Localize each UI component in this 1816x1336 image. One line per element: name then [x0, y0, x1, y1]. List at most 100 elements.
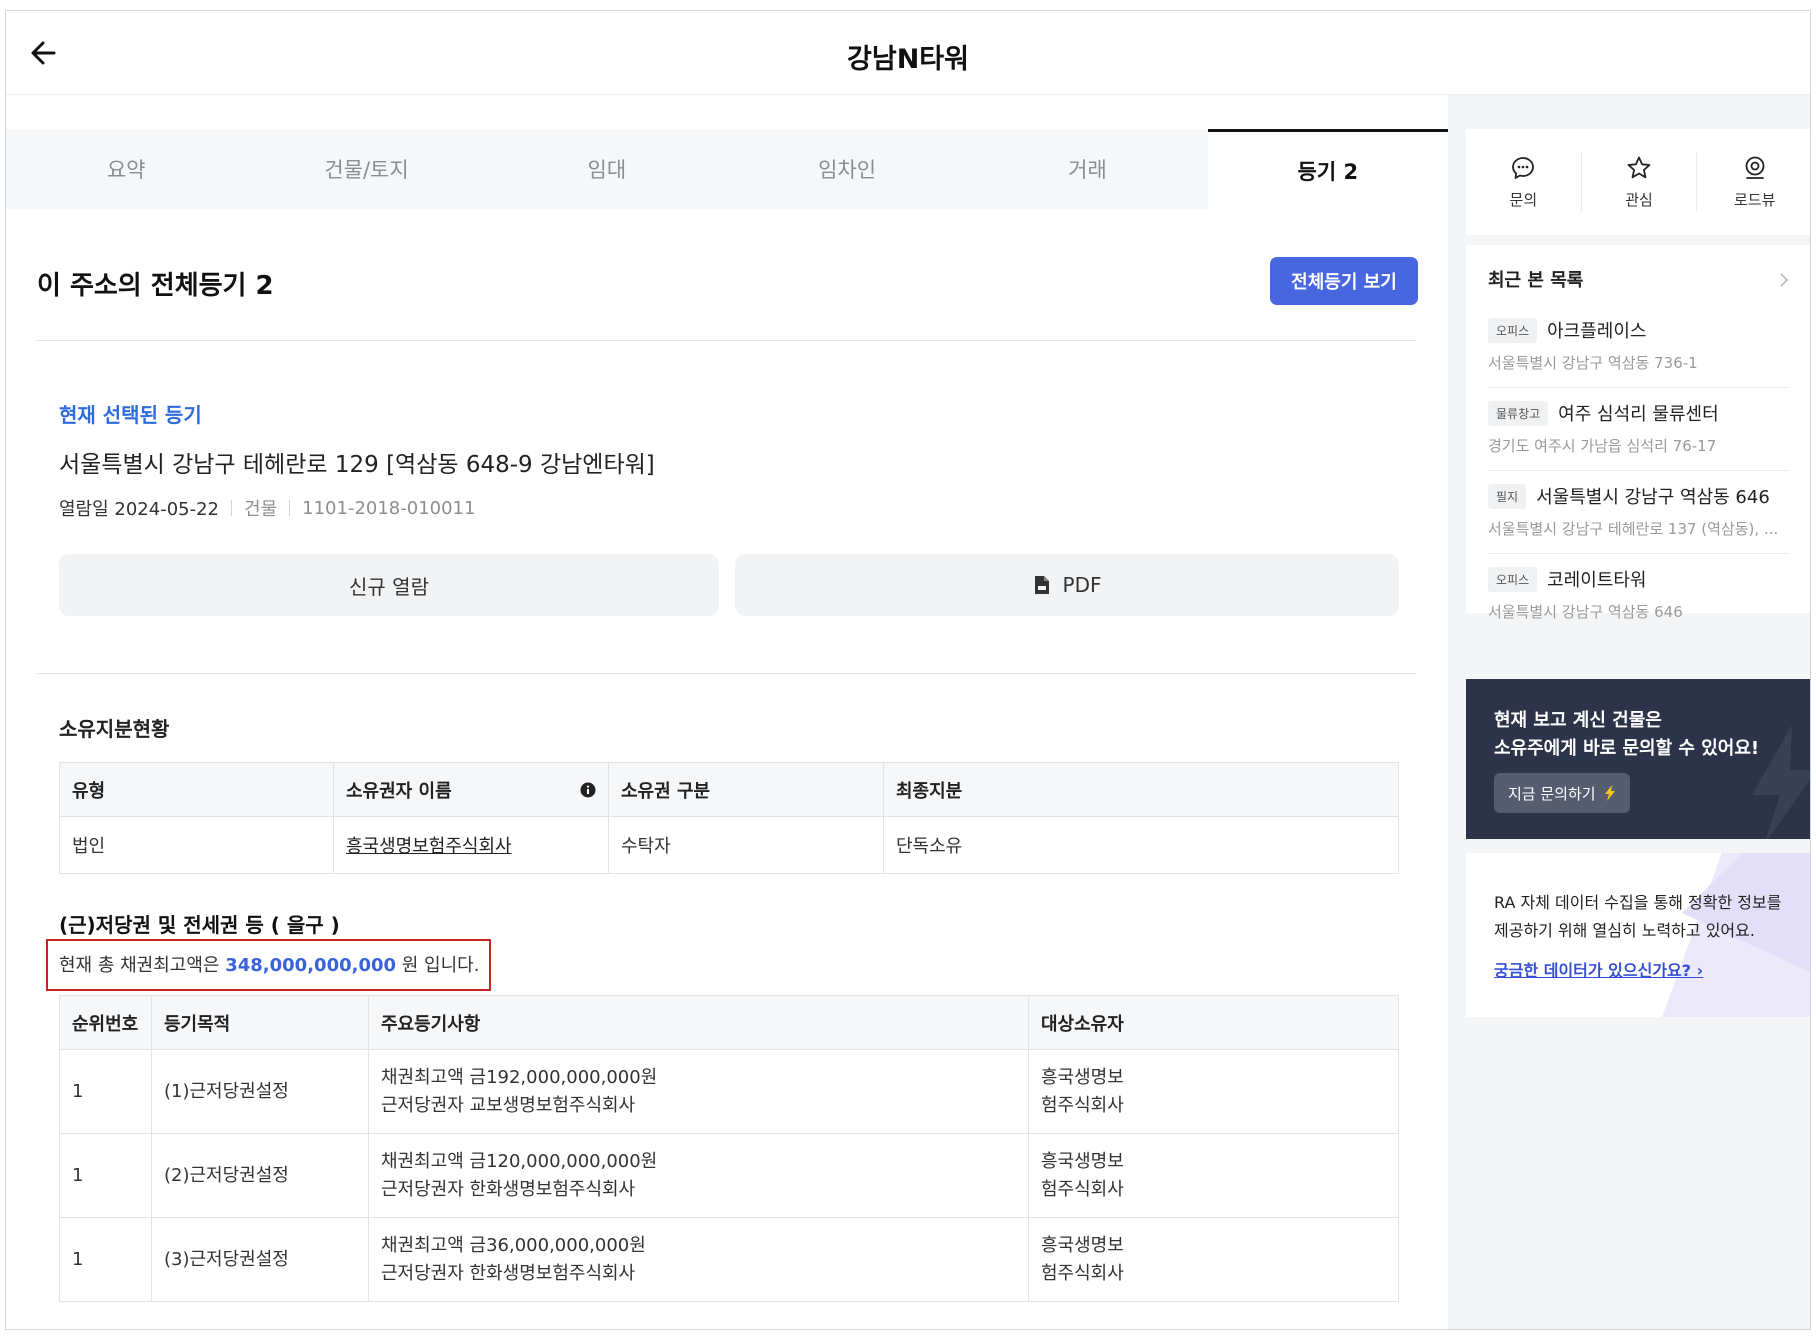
main-content: 이 주소의 전체등기 2 전체등기 보기 현재 선택된 등기 서울특별시 강남구…: [6, 209, 1448, 1329]
owner-line: 흥국생명보: [1041, 1234, 1124, 1256]
chat-icon: [1512, 156, 1535, 179]
recent-list: 최근 본 목록 오피스 아크플레이스 서울특별시 강남구 역삼동 736-1 물…: [1466, 245, 1810, 621]
pdf-file-icon: [1034, 576, 1049, 594]
total-max-claim: 현재 총 채권최고액은 348,000,000,000 원 입니다.: [59, 951, 479, 977]
ownership-table: 유형 소유권자 이름 소유권 구분 최종지분 법인 흥국생명보험주식회사 수탁자…: [59, 762, 1399, 874]
registry-type: 건물: [244, 499, 278, 520]
view-all-registry-button[interactable]: 전체등기 보기: [1270, 257, 1418, 305]
ownership-title: 소유지분현황: [59, 717, 170, 741]
target-owner-cell: 흥국생명보 험주식회사: [1028, 1049, 1399, 1134]
inquiry-label: 문의: [1509, 190, 1538, 209]
tab-tenant[interactable]: 임차인: [727, 129, 967, 209]
column-header: 순위번호: [59, 995, 152, 1050]
tab-transaction[interactable]: 거래: [967, 129, 1207, 209]
recent-item-address: 경기도 여주시 가남읍 심석리 76-17: [1488, 437, 1717, 455]
detail-line: 채권최고액 금36,000,000,000원: [381, 1234, 646, 1256]
inquiry-button[interactable]: 문의: [1466, 152, 1581, 212]
location-pin-icon: [1745, 156, 1765, 179]
lien-title: (근)저당권 및 전세권 등 ( 을구 ): [59, 913, 340, 937]
detail-line: 근저당권자 한화생명보험주식회사: [381, 1178, 636, 1200]
list-item[interactable]: 오피스 코레이트타워 서울특별시 강남구 역삼동 646: [1488, 554, 1790, 636]
column-header: 주요등기사항: [368, 995, 1029, 1050]
total-amount: 348,000,000,000: [225, 955, 397, 976]
owner-line: 험주식회사: [1041, 1178, 1124, 1200]
data-request-link-label: 궁금한 데이터가 있으신가요?: [1494, 961, 1692, 980]
inquire-now-label: 지금 문의하기: [1508, 784, 1596, 803]
notice-line: 제공하기 위해 열심히 노력하고 있어요.: [1494, 921, 1755, 940]
notice-text: RA 자체 데이터 수집을 통해 정확한 정보를 제공하기 위해 열심히 노력하…: [1494, 889, 1781, 945]
data-notice-card: RA 자체 데이터 수집을 통해 정확한 정보를 제공하기 위해 열심히 노력하…: [1466, 853, 1810, 1017]
star-icon: [1627, 156, 1651, 178]
app-frame: 강남N타워 요약 건물/토지 임대 임차인 거래 등기 2 이 주소의 전체등기…: [5, 10, 1811, 1330]
recent-item-address: 서울특별시 강남구 테헤란로 137 (역삼동), ...: [1488, 520, 1779, 538]
recent-item-name: 여주 심석리 물류센터: [1558, 404, 1719, 425]
tab-lease[interactable]: 임대: [487, 129, 727, 209]
owner-line: 흥국생명보: [1041, 1150, 1124, 1172]
favorite-button[interactable]: 관심: [1580, 152, 1697, 212]
recent-item-name: 코레이트타워: [1547, 570, 1647, 591]
recent-item-address: 서울특별시 강남구 역삼동 646: [1488, 603, 1683, 621]
category-badge: 필지: [1488, 483, 1527, 509]
column-header-label: 소유권자 이름: [346, 780, 452, 802]
column-header: 등기목적: [151, 995, 369, 1050]
new-view-button[interactable]: 신규 열람: [59, 554, 719, 616]
header: 강남N타워: [6, 11, 1810, 95]
list-item[interactable]: 물류창고 여주 심석리 물류센터 경기도 여주시 가남읍 심석리 76-17: [1488, 388, 1790, 471]
final-share-cell: 단독소유: [883, 816, 1399, 874]
sidebar: 문의 관심 로드뷰 최근 본 목록 오피스 아크플레이스 서울특별시 강남구 역…: [1448, 95, 1810, 1329]
action-bar: 문의 관심 로드뷰: [1466, 129, 1810, 235]
recent-list-header[interactable]: 최근 본 목록: [1488, 245, 1790, 305]
detail-cell: 채권최고액 금120,000,000,000원 근저당권자 한화생명보험주식회사: [368, 1133, 1029, 1218]
registry-address: 서울특별시 강남구 테헤란로 129 [역삼동 648-9 강남엔타워]: [59, 452, 655, 478]
tab-building-land[interactable]: 건물/토지: [246, 129, 486, 209]
recent-item-address: 서울특별시 강남구 역삼동 736-1: [1488, 354, 1698, 372]
owner-type-cell: 법인: [59, 816, 334, 874]
page-title: 강남N타워: [847, 44, 969, 75]
chevron-right-icon: [1780, 273, 1789, 287]
category-badge: 오피스: [1488, 317, 1538, 343]
table-row: 1 (3)근저당권설정 채권최고액 금36,000,000,000원 근저당권자…: [59, 1217, 1399, 1302]
table-row: 법인 흥국생명보험주식회사 수탁자 단독소유: [59, 816, 1399, 874]
roadview-button[interactable]: 로드뷰: [1696, 152, 1810, 212]
purpose-cell: (1)근저당권설정: [151, 1049, 369, 1134]
tab-bar: 요약 건물/토지 임대 임차인 거래 등기 2: [6, 129, 1448, 209]
column-header: 소유권자 이름: [333, 762, 609, 817]
pdf-button[interactable]: PDF: [735, 554, 1399, 616]
purpose-cell: (3)근저당권설정: [151, 1217, 369, 1302]
recent-item-name: 아크플레이스: [1547, 321, 1647, 342]
data-request-link[interactable]: 궁금한 데이터가 있으신가요? ›: [1494, 957, 1703, 981]
rank-cell: 1: [59, 1049, 152, 1134]
separator: [289, 500, 291, 516]
info-icon[interactable]: [580, 782, 596, 798]
category-badge: 물류창고: [1488, 400, 1549, 426]
list-item[interactable]: 필지 서울특별시 강남구 역삼동 646 서울특별시 강남구 테헤란로 137 …: [1488, 471, 1790, 554]
table-row: 1 (1)근저당권설정 채권최고액 금192,000,000,000원 근저당권…: [59, 1049, 1399, 1134]
detail-line: 채권최고액 금192,000,000,000원: [381, 1066, 658, 1088]
owner-name-link[interactable]: 흥국생명보험주식회사: [346, 836, 512, 857]
ownership-kind-cell: 수탁자: [608, 816, 884, 874]
purpose-cell: (2)근저당권설정: [151, 1133, 369, 1218]
total-prefix: 현재 총 채권최고액은: [59, 955, 220, 976]
table-header-row: 순위번호 등기목적 주요등기사항 대상소유자: [59, 995, 1399, 1050]
bolt-icon: [1604, 785, 1615, 801]
tab-summary[interactable]: 요약: [6, 129, 246, 209]
recent-item-name: 서울특별시 강남구 역삼동 646: [1536, 487, 1770, 508]
favorite-label: 관심: [1625, 190, 1653, 209]
registry-meta: 열람일 2024-05-22 건물 1101-2018-010011: [59, 495, 475, 521]
owner-line: 험주식회사: [1041, 1262, 1124, 1284]
column-header: 소유권 구분: [608, 762, 884, 817]
total-suffix: 원 입니다.: [401, 955, 480, 976]
list-item[interactable]: 오피스 아크플레이스 서울특별시 강남구 역삼동 736-1: [1488, 305, 1790, 388]
category-badge: 오피스: [1488, 566, 1538, 592]
registry-number: 1101-2018-010011: [302, 497, 476, 519]
roadview-label: 로드뷰: [1733, 190, 1776, 209]
tab-registry[interactable]: 등기 2: [1207, 129, 1448, 209]
target-owner-cell: 흥국생명보 험주식회사: [1028, 1217, 1399, 1302]
inquire-now-button[interactable]: 지금 문의하기: [1494, 773, 1630, 813]
table-header-row: 유형 소유권자 이름 소유권 구분 최종지분: [59, 762, 1399, 817]
selected-registry-label: 현재 선택된 등기: [59, 403, 202, 427]
divider: [37, 673, 1417, 674]
table-row: 1 (2)근저당권설정 채권최고액 금120,000,000,000원 근저당권…: [59, 1133, 1399, 1218]
detail-line: 채권최고액 금120,000,000,000원: [381, 1150, 658, 1172]
divider: [37, 340, 1417, 341]
